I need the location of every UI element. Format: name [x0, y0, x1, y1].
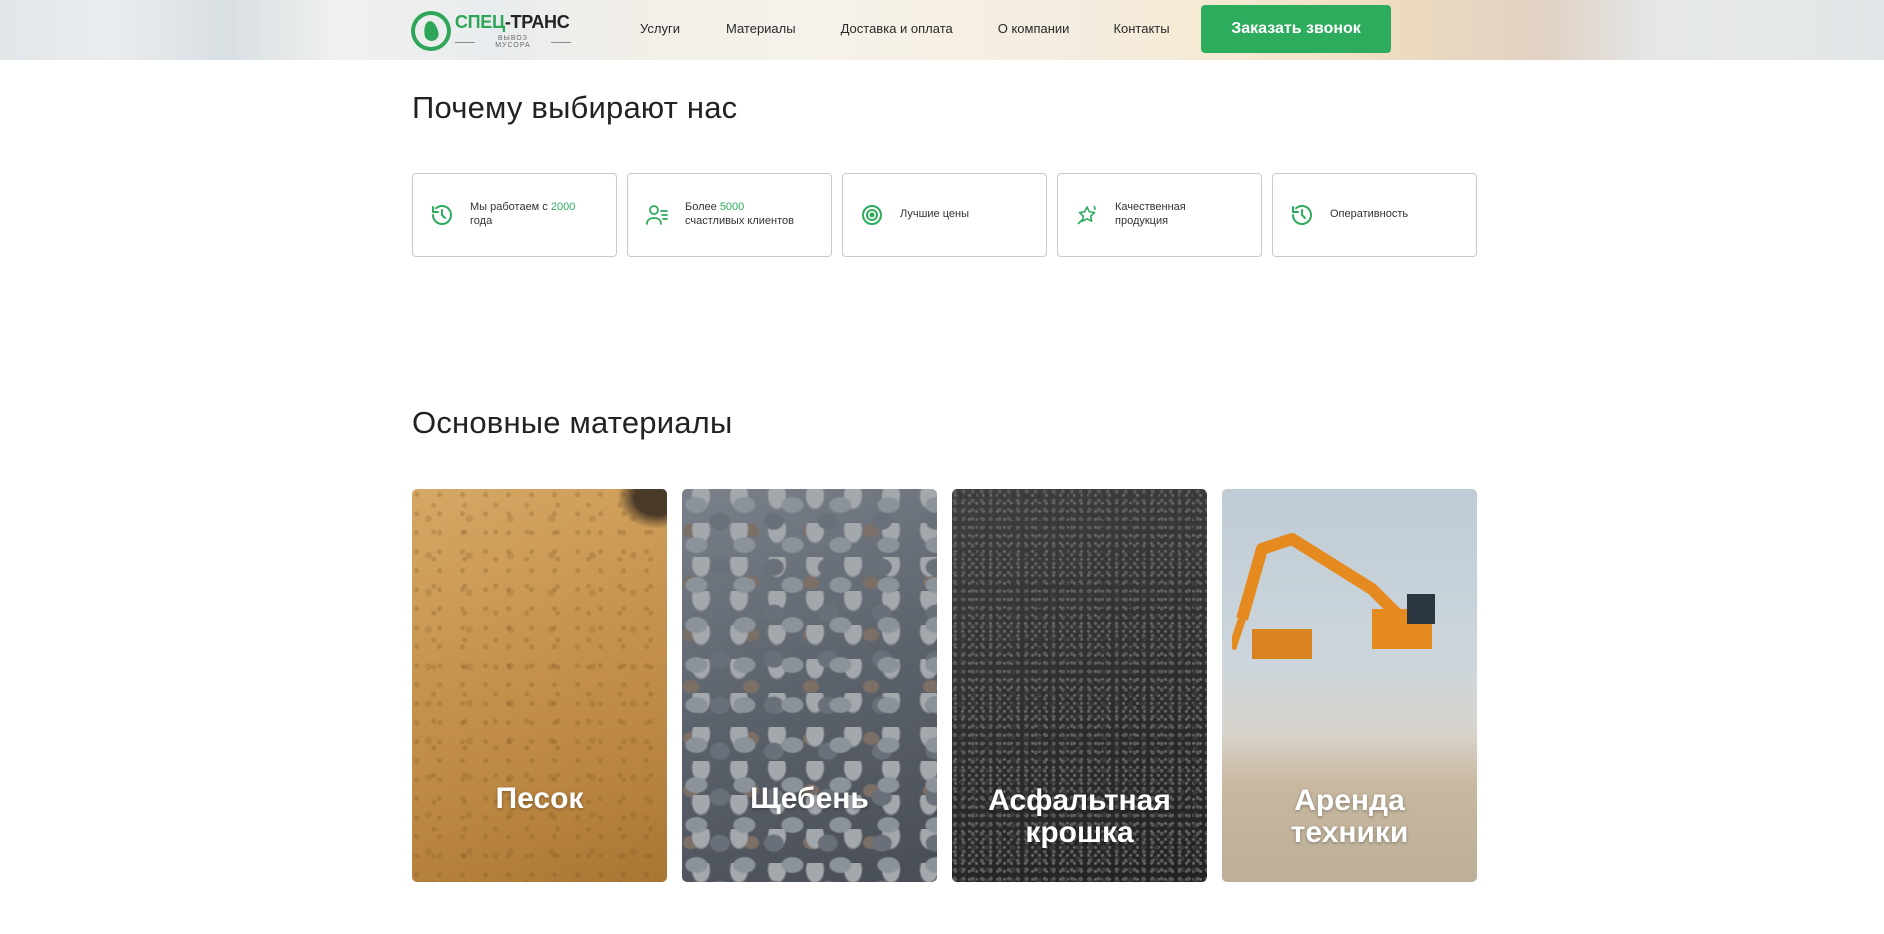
history-icon — [1290, 203, 1314, 227]
users-icon — [645, 203, 669, 227]
nav-link-about[interactable]: О компании — [998, 21, 1070, 36]
feature-text-prefix: Качественная — [1115, 201, 1186, 214]
nav-link-delivery[interactable]: Доставка и оплата — [841, 21, 953, 36]
feature-text-suffix: счастливых клиентов — [685, 215, 794, 227]
feature-text-suffix: года — [470, 215, 493, 227]
logo-name-part1: СПЕЦ — [454, 12, 505, 32]
stars-icon — [1075, 203, 1099, 227]
logo-name-part2: -ТРАНС — [504, 12, 570, 32]
feature-highlight: 2000 — [550, 201, 576, 214]
nav-link-services[interactable]: Услуги — [640, 21, 680, 36]
logo-leaf-icon — [411, 11, 451, 51]
feature-text: Мы работаем с 2000 года — [470, 201, 575, 229]
material-card-machinery-rental[interactable]: Аренда техники — [1222, 489, 1477, 882]
feature-text-prefix: Лучшие цены — [900, 208, 969, 221]
features-list: Мы работаем с 2000 года Более 5000 счаст… — [412, 173, 1477, 257]
material-card-title: Песок — [495, 781, 584, 815]
material-card-title-line1: Асфальтная — [988, 784, 1171, 817]
feature-text-prefix: Мы работаем с — [470, 201, 551, 214]
excavator-image — [1228, 529, 1452, 669]
feature-text-prefix: Более — [685, 201, 720, 214]
material-card-title: Асфальтная крошка — [952, 785, 1207, 848]
feature-text: Качественная продукция — [1115, 201, 1186, 229]
feature-highlight: 5000 — [719, 201, 745, 214]
why-us-title: Почему выбирают нас — [412, 90, 738, 125]
feature-text: Оперативность — [1330, 208, 1408, 222]
nav-link-contacts[interactable]: Контакты — [1113, 21, 1169, 36]
order-call-button[interactable]: Заказать звонок — [1201, 5, 1391, 53]
site-header: СПЕЦ-ТРАНС ВЫВОЗ МУСОРА Услуги Материалы… — [0, 0, 1884, 60]
main-nav: Услуги Материалы Доставка и оплата О ком… — [640, 21, 1170, 36]
material-card-title-line1: Аренда — [1294, 784, 1405, 817]
material-card-gravel[interactable]: Щебень — [682, 489, 937, 882]
feature-text: Лучшие цены — [900, 208, 969, 222]
material-card-title-line2: техники — [1290, 815, 1409, 849]
materials-title: Основные материалы — [412, 405, 733, 440]
feature-card: Оперативность — [1272, 173, 1477, 257]
material-card-title: Аренда техники — [1222, 785, 1477, 848]
material-card-title-line2: крошка — [1025, 815, 1134, 849]
nav-link-materials[interactable]: Материалы — [726, 21, 796, 36]
feature-text-prefix: Оперативность — [1330, 208, 1409, 221]
feature-card: Мы работаем с 2000 года — [412, 173, 617, 257]
logo-subtitle: ВЫВОЗ МУСОРА — [455, 35, 571, 49]
material-card-title: Щебень — [750, 781, 869, 815]
feature-card: Лучшие цены — [842, 173, 1047, 257]
materials-grid: Песок Щебень Асфальтная крошка Аренда те… — [412, 489, 1477, 882]
feature-card: Качественная продукция — [1057, 173, 1262, 257]
feature-card: Более 5000 счастливых клиентов — [627, 173, 832, 257]
history-icon — [430, 203, 454, 227]
material-card-sand[interactable]: Песок — [412, 489, 667, 882]
logo[interactable]: СПЕЦ-ТРАНС ВЫВОЗ МУСОРА — [411, 8, 571, 54]
feature-text-suffix: продукция — [1115, 215, 1169, 227]
logo-name: СПЕЦ-ТРАНС — [455, 13, 571, 31]
feature-text: Более 5000 счастливых клиентов — [685, 201, 794, 229]
target-icon — [860, 203, 884, 227]
material-card-asphalt[interactable]: Асфальтная крошка — [952, 489, 1207, 882]
